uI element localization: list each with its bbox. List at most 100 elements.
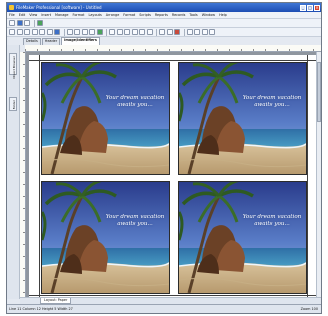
photo-caption-line: awaits you... [117, 102, 153, 108]
menu-tools[interactable]: Tools [189, 13, 197, 17]
line-tool-icon[interactable] [31, 29, 38, 35]
toolbar-separator [63, 28, 65, 36]
print-icon[interactable] [36, 20, 43, 26]
menu-view[interactable]: View [29, 13, 37, 17]
tab-image-identifiers[interactable]: Image/Identifiers [61, 37, 100, 45]
zoom-out-icon[interactable] [194, 29, 200, 35]
tab-details[interactable]: Details [23, 38, 41, 45]
zoom-in-icon[interactable] [186, 29, 193, 35]
layout-canvas[interactable]: Your dream vacation awaits you... Your d… [26, 52, 318, 297]
tab-control-tool-icon[interactable] [81, 29, 88, 35]
standard-toolbar [7, 19, 321, 28]
scrollbar-thumb[interactable] [317, 62, 321, 122]
application-window: FileMaker Professional [software] - Unti… [6, 2, 322, 314]
side-tab-object-browser[interactable]: Object Browser [9, 53, 17, 79]
align-right-icon[interactable] [124, 29, 130, 35]
group-icon[interactable] [131, 29, 138, 35]
menu-file[interactable]: File [9, 13, 15, 17]
portal-tool-icon[interactable] [74, 29, 80, 35]
chart-tool-icon[interactable] [89, 29, 95, 35]
menu-reports[interactable]: Reports [155, 13, 168, 17]
title-bar[interactable]: FileMaker Professional [software] - Unti… [7, 3, 321, 12]
ungroup-icon[interactable] [139, 29, 145, 35]
photo-caption-line: Your dream vacation [242, 95, 302, 101]
photo-caption: Your dream vacation awaits you... [102, 95, 168, 109]
tab-header[interactable]: Header [41, 38, 61, 45]
menu-bar: File Edit View Insert Manage Format Layo… [7, 12, 321, 19]
beach-scene [179, 182, 306, 293]
photo-caption-line: awaits you... [117, 221, 153, 227]
close-icon[interactable]: × [314, 4, 320, 11]
vacation-photo[interactable]: Your dream vacation awaits you... [41, 62, 170, 175]
field-tool-icon[interactable] [24, 29, 30, 35]
margin-guide [307, 55, 308, 297]
web-viewer-tool-icon[interactable] [96, 29, 103, 35]
redo-icon[interactable] [209, 29, 215, 35]
margin-guide [39, 55, 40, 297]
send-backward-icon[interactable] [166, 29, 173, 35]
side-tab-label: Folder [12, 100, 16, 110]
open-file-icon[interactable] [16, 20, 23, 26]
align-center-icon[interactable] [116, 29, 123, 35]
margin-guide [29, 295, 318, 296]
photo-caption-line: awaits you... [254, 221, 290, 227]
side-panel: Object Browser Folder [7, 45, 20, 299]
layout-page[interactable]: Your dream vacation awaits you... Your d… [29, 55, 318, 297]
side-tab-folder[interactable]: Folder [9, 97, 17, 111]
window-title: FileMaker Professional [software] - Unti… [16, 5, 102, 10]
toolbar-separator [33, 19, 35, 27]
status-position: Line 11 Column 12 Height 5 Width 27 [9, 307, 73, 311]
delete-icon[interactable] [174, 29, 180, 35]
menu-insert[interactable]: Insert [41, 13, 51, 17]
toolbar-separator [106, 28, 107, 36]
menu-edit[interactable]: Edit [19, 13, 26, 17]
rectangle-tool-icon[interactable] [39, 29, 45, 35]
toolbar-separator [183, 28, 185, 36]
app-icon [9, 5, 14, 10]
menu-arrange[interactable]: Arrange [106, 13, 120, 17]
minimize-icon[interactable]: _ [300, 4, 306, 11]
vertical-scrollbar[interactable] [316, 52, 321, 297]
horizontal-ruler [25, 45, 321, 52]
button-tool-icon[interactable] [66, 29, 73, 35]
menu-records[interactable]: Records [172, 13, 185, 17]
photo-caption-line: Your dream vacation [105, 95, 165, 101]
layout-bar: Layout: Paper [20, 297, 321, 304]
text-tool-icon[interactable] [16, 29, 23, 35]
status-bar: Line 11 Column 12 Height 5 Width 27 Zoom… [7, 304, 321, 313]
save-icon[interactable] [24, 20, 30, 26]
menu-window[interactable]: Window [202, 13, 215, 17]
zoom-level[interactable]: Zoom 100 [301, 307, 318, 311]
side-tab-label: Object Browser [12, 56, 16, 79]
menu-help[interactable]: Help [219, 13, 227, 17]
image-tool-icon[interactable] [54, 29, 60, 35]
layout-toolbar [7, 28, 321, 37]
menu-scripts[interactable]: Scripts [139, 13, 151, 17]
beach-scene [179, 63, 306, 174]
photo-caption: Your dream vacation awaits you... [102, 214, 168, 228]
pointer-tool-icon[interactable] [9, 29, 15, 35]
menu-format[interactable]: Format [73, 13, 85, 17]
vacation-photo[interactable]: Your dream vacation awaits you... [41, 181, 170, 294]
vacation-photo[interactable]: Your dream vacation awaits you... [178, 62, 307, 175]
photo-caption-line: Your dream vacation [242, 214, 302, 220]
beach-scene [42, 63, 169, 174]
beach-scene [42, 182, 169, 293]
lock-icon[interactable] [146, 29, 153, 35]
toolbar-separator [156, 28, 157, 36]
document-tabs: Details Header Image/Identifiers [7, 37, 321, 45]
margin-guide [29, 60, 318, 61]
maximize-icon[interactable]: □ [307, 4, 313, 11]
rounded-rect-tool-icon[interactable] [46, 29, 53, 35]
new-file-icon[interactable] [9, 20, 15, 26]
photo-caption-line: awaits you... [254, 102, 290, 108]
align-left-icon[interactable] [109, 29, 115, 35]
vacation-photo[interactable]: Your dream vacation awaits you... [178, 181, 307, 294]
bring-forward-icon[interactable] [159, 29, 165, 35]
photo-caption: Your dream vacation awaits you... [239, 214, 305, 228]
menu-manage[interactable]: Manage [55, 13, 68, 17]
undo-icon[interactable] [201, 29, 208, 35]
photo-caption-line: Your dream vacation [105, 214, 165, 220]
menu-layouts[interactable]: Layouts [88, 13, 101, 17]
menu-format-2[interactable]: Format [123, 13, 135, 17]
